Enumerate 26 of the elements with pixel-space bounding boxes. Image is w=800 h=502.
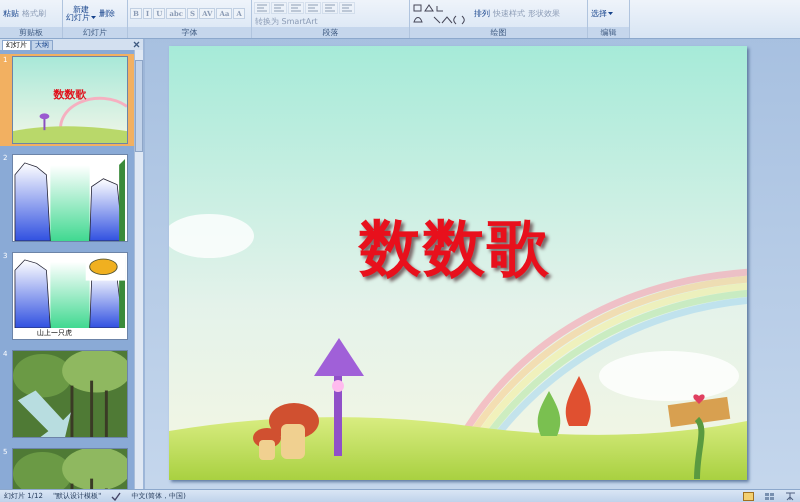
slide-title: 数数歌 bbox=[359, 210, 551, 286]
ribbon-button[interactable]: 删除 bbox=[98, 10, 116, 18]
align-icon bbox=[291, 4, 301, 12]
normal-view-icon[interactable] bbox=[743, 492, 754, 500]
check-icon[interactable] bbox=[111, 492, 122, 500]
ribbon-group-label: 绘图 bbox=[410, 27, 587, 38]
scrollbar[interactable] bbox=[134, 50, 143, 489]
ribbon-button[interactable]: 排列 bbox=[473, 10, 491, 18]
slideshow-icon[interactable] bbox=[785, 492, 796, 500]
ribbon-button[interactable]: 粘贴 bbox=[2, 10, 20, 18]
ribbon-group-label: 字体 bbox=[128, 27, 251, 38]
align-icon bbox=[342, 4, 352, 12]
thumbnail-title: 数数歌 bbox=[52, 87, 88, 102]
ribbon-button[interactable]: 选择 bbox=[590, 10, 614, 18]
close-icon[interactable] bbox=[133, 41, 140, 48]
ribbon-group-label: 幻灯片 bbox=[63, 27, 127, 38]
ribbon-button[interactable]: 新建 幻灯片 bbox=[65, 6, 97, 22]
slide-sorter-icon[interactable] bbox=[764, 492, 775, 500]
align-icon bbox=[308, 4, 318, 12]
slide-thumbnail[interactable]: 数数歌 bbox=[12, 56, 128, 144]
align-icon bbox=[325, 4, 335, 12]
align-icon bbox=[274, 4, 284, 12]
ribbon-group-label: 段落 bbox=[252, 27, 409, 38]
align-icon bbox=[257, 4, 267, 12]
ribbon-group-label: 编辑 bbox=[588, 27, 629, 38]
ribbon-group-label: 剪贴板 bbox=[0, 27, 62, 38]
